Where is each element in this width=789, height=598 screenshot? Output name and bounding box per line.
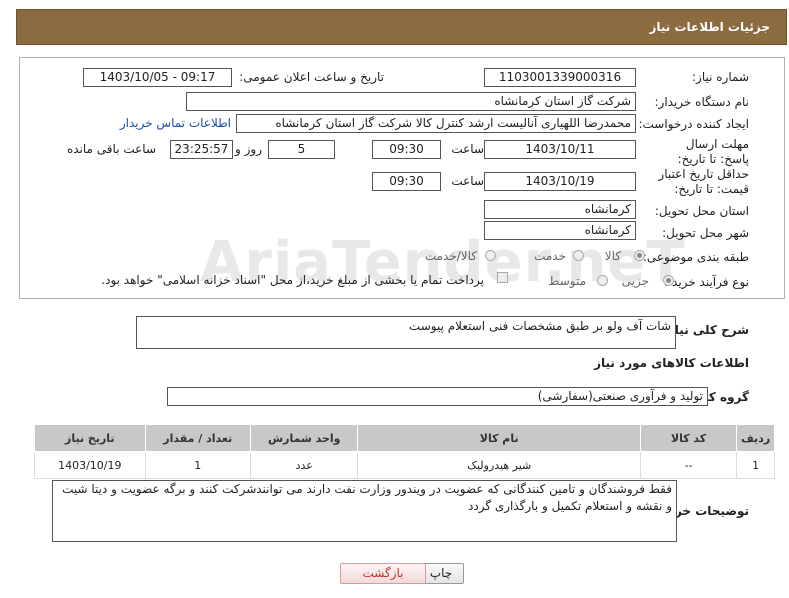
goods-table-header: ردیف کد کالا نام کالا واحد شمارش تعداد /… xyxy=(34,424,775,452)
cell-need-date: 1403/10/19 xyxy=(34,451,146,479)
price-validity-label: حداقل تاریخ اعتبار قیمت: تا تاریخ: xyxy=(658,167,749,196)
goods-group-field: تولید و فرآوری صنعتی(سفارشی) xyxy=(167,387,708,406)
announce-date-field: 1403/10/05 - 09:17 xyxy=(83,68,232,87)
cell-row-number: 1 xyxy=(736,451,775,479)
creator-field: محمدرضا اللهیاری آنالیست ارشد کنترل کالا… xyxy=(236,114,636,133)
price-time-field: 09:30 xyxy=(372,172,441,191)
treasury-payment-note: پرداخت تمام یا بخشی از مبلغ خرید،از محل … xyxy=(101,273,484,287)
col-quantity: تعداد / مقدار xyxy=(144,424,251,452)
province-field: کرمانشاه xyxy=(484,200,636,219)
process-minor-radio[interactable] xyxy=(663,275,674,286)
price-date-field: 1403/10/19 xyxy=(484,172,636,191)
back-button[interactable]: بازگشت xyxy=(340,563,426,584)
col-item-name: نام کالا xyxy=(357,424,641,452)
need-number-label: شماره نیاز: xyxy=(692,70,749,84)
reply-time-field: 09:30 xyxy=(372,140,441,159)
page-header: جزئیات اطلاعات نیاز xyxy=(16,9,787,45)
description-field: شات آف ولو بر طبق مشخصات فنی استعلام پیو… xyxy=(136,316,676,349)
buyer-org-field: شرکت گاز استان کرمانشاه xyxy=(186,92,636,111)
days-field: 5 xyxy=(268,140,335,159)
category-label: طبقه بندی موضوعی: xyxy=(642,250,749,264)
category-goods-service-radio[interactable] xyxy=(485,250,496,261)
buyer-notes-field: فقط فروشندگان و تامین کنندگانی که عضویت … xyxy=(52,480,677,542)
table-row: 1 -- شیر هیدرولیک عدد 1 1403/10/19 xyxy=(34,451,775,479)
cell-unit: عدد xyxy=(249,451,359,479)
category-service-label: خدمت xyxy=(534,249,566,263)
buyer-org-label: نام دستگاه خریدار: xyxy=(654,95,750,109)
process-type-label: نوع فرآیند خرید : xyxy=(664,275,749,289)
announce-date-label: تاریخ و ساعت اعلان عمومی: xyxy=(239,70,384,84)
reply-time-label: ساعت xyxy=(451,142,484,156)
creator-label: ایجاد کننده درخواست: xyxy=(638,117,749,131)
category-goods-label: کالا xyxy=(604,249,621,263)
need-number-field: 1103001339000316 xyxy=(484,68,636,87)
col-row-number: ردیف xyxy=(736,424,775,452)
cell-item-code: -- xyxy=(639,451,738,479)
cell-quantity: 1 xyxy=(144,451,251,479)
goods-table: ردیف کد کالا نام کالا واحد شمارش تعداد /… xyxy=(34,424,775,479)
province-label: استان محل تحویل: xyxy=(654,204,749,218)
category-goods-radio[interactable] xyxy=(634,250,645,261)
process-medium-radio[interactable] xyxy=(597,275,608,286)
category-service-radio[interactable] xyxy=(573,250,584,261)
buyer-contact-link[interactable]: اطلاعات تماس خریدار xyxy=(120,116,231,130)
process-minor-label: جزیی xyxy=(621,274,649,288)
days-label: روز و xyxy=(235,142,262,156)
col-need-date: تاریخ نیاز xyxy=(34,424,146,452)
remaining-time-field: 23:25:57 xyxy=(170,140,233,159)
category-goods-service-label: کالا/خدمت xyxy=(424,249,477,263)
process-medium-label: متوسط xyxy=(548,274,586,288)
city-label: شهر محل تحویل: xyxy=(662,226,749,240)
page-title: جزئیات اطلاعات نیاز xyxy=(649,20,770,34)
treasury-payment-checkbox[interactable] xyxy=(497,272,508,283)
cell-item-name: شیر هیدرولیک xyxy=(357,451,641,479)
reply-date-field: 1403/10/11 xyxy=(484,140,636,159)
goods-section-title: اطلاعات کالاهای مورد نیاز xyxy=(594,356,749,370)
price-time-label: ساعت xyxy=(451,174,484,188)
reply-deadline-label: مهلت ارسال پاسخ: تا تاریخ: xyxy=(677,137,749,166)
col-unit: واحد شمارش xyxy=(249,424,359,452)
remaining-time-label: ساعت باقی مانده xyxy=(66,142,156,156)
col-item-code: کد کالا xyxy=(639,424,738,452)
city-field: کرمانشاه xyxy=(484,221,636,240)
